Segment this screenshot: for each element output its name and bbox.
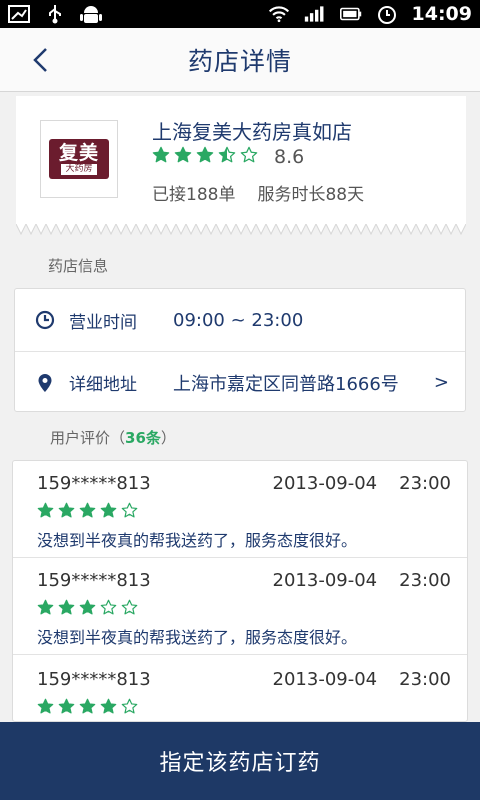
- star-filled-icon: [79, 502, 96, 518]
- reviews-count: 36条: [125, 429, 161, 447]
- star-filled-icon: [174, 146, 192, 163]
- review-user: 159*****813: [37, 570, 151, 591]
- star-filled-icon: [58, 698, 75, 714]
- chevron-right-icon: >: [433, 372, 449, 393]
- alarm-icon: [376, 5, 398, 24]
- review-item: 159*****813 2013-09-04 23:00 没想到半夜真的帮我送药…: [13, 558, 467, 655]
- clock-icon: [35, 310, 55, 330]
- store-info-card: 营业时间 09:00 ~ 23:00 详细地址 上海市嘉定区同普路1666号 >: [14, 288, 466, 412]
- review-date: 2013-09-04: [272, 570, 378, 591]
- store-stars: [152, 146, 258, 168]
- store-stats: 已接188单 服务时长88天: [152, 180, 364, 205]
- star-empty-icon: [100, 599, 117, 615]
- star-filled-icon: [79, 599, 96, 615]
- review-item: 159*****813 2013-09-04 23:00 没想到半夜真的帮我送药…: [13, 461, 467, 558]
- star-half-icon: [218, 146, 236, 163]
- reviews-label-prefix: 用户评价（: [50, 429, 126, 447]
- screenshot-icon: [8, 5, 30, 23]
- android-icon: [80, 5, 102, 23]
- store-logo: 复美 大药房: [40, 120, 118, 198]
- battery-icon: [339, 5, 362, 23]
- star-filled-icon: [152, 146, 170, 163]
- clock-time: 14:09: [411, 3, 472, 25]
- review-time: 23:00: [399, 570, 451, 591]
- address-label: 详细地址: [69, 375, 137, 395]
- store-logo-text: 复美: [58, 142, 99, 164]
- order-from-pharmacy-button[interactable]: 指定该药店订药: [0, 722, 480, 800]
- zigzag-edge: [16, 224, 466, 236]
- store-rating: 8.6: [152, 146, 304, 168]
- review-text: 没想到半夜真的帮我送药了，服务态度很好。: [37, 531, 358, 550]
- hours-label: 营业时间: [69, 312, 137, 333]
- usb-icon: [44, 5, 66, 24]
- review-user: 159*****813: [37, 473, 151, 494]
- review-stars: [37, 698, 451, 715]
- reviews-label: 用户评价（36条）: [50, 427, 176, 448]
- review-time: 23:00: [399, 669, 451, 690]
- star-filled-icon: [37, 599, 54, 615]
- location-pin-icon: [35, 373, 55, 393]
- star-filled-icon: [196, 146, 214, 163]
- store-info-label: 药店信息: [48, 257, 109, 275]
- store-name: 上海复美大药房真如店: [152, 120, 352, 144]
- star-filled-icon: [58, 502, 75, 518]
- review-user: 159*****813: [37, 669, 151, 690]
- review-date: 2013-09-04: [272, 669, 378, 690]
- app-header: 药店详情: [0, 28, 480, 92]
- wifi-icon: [268, 5, 290, 23]
- review-stars: [37, 599, 451, 616]
- signal-icon: [304, 5, 326, 23]
- star-empty-icon: [121, 698, 138, 714]
- star-filled-icon: [100, 502, 117, 518]
- store-card: 复美 大药房 上海复美大药房真如店 8.6 已接188单 服务时长88天: [16, 96, 466, 236]
- store-logo-subtext: 大药房: [61, 164, 97, 175]
- store-score: 8.6: [274, 146, 305, 168]
- review-stars: [37, 502, 451, 519]
- star-empty-icon: [240, 146, 258, 163]
- chevron-left-icon: [33, 48, 47, 72]
- review-time: 23:00: [399, 473, 451, 494]
- reviews-list[interactable]: 159*****813 2013-09-04 23:00 没想到半夜真的帮我送药…: [12, 460, 468, 722]
- status-bar: 14:09: [0, 0, 480, 28]
- address-row[interactable]: 详细地址 上海市嘉定区同普路1666号 >: [15, 351, 465, 413]
- star-empty-icon: [121, 502, 138, 518]
- review-date: 2013-09-04: [272, 473, 378, 494]
- reviews-label-suffix: ）: [160, 429, 176, 447]
- hours-row: 营业时间 09:00 ~ 23:00: [15, 289, 465, 351]
- star-filled-icon: [37, 502, 54, 518]
- star-filled-icon: [37, 698, 54, 714]
- star-filled-icon: [58, 599, 75, 615]
- back-button[interactable]: [22, 42, 58, 78]
- service-duration: 服务时长88天: [257, 185, 365, 205]
- star-empty-icon: [121, 599, 138, 615]
- review-text: 没想到半夜真的帮我送药了，服务态度很好。: [37, 628, 358, 647]
- address-value: 上海市嘉定区同普路1666号: [173, 373, 399, 395]
- review-item: 159*****813 2013-09-04 23:00: [13, 657, 467, 721]
- hours-value: 09:00 ~ 23:00: [173, 309, 304, 331]
- order-count: 已接188单: [152, 185, 236, 205]
- star-filled-icon: [79, 698, 96, 714]
- page-title: 药店详情: [187, 46, 292, 76]
- star-filled-icon: [100, 698, 117, 714]
